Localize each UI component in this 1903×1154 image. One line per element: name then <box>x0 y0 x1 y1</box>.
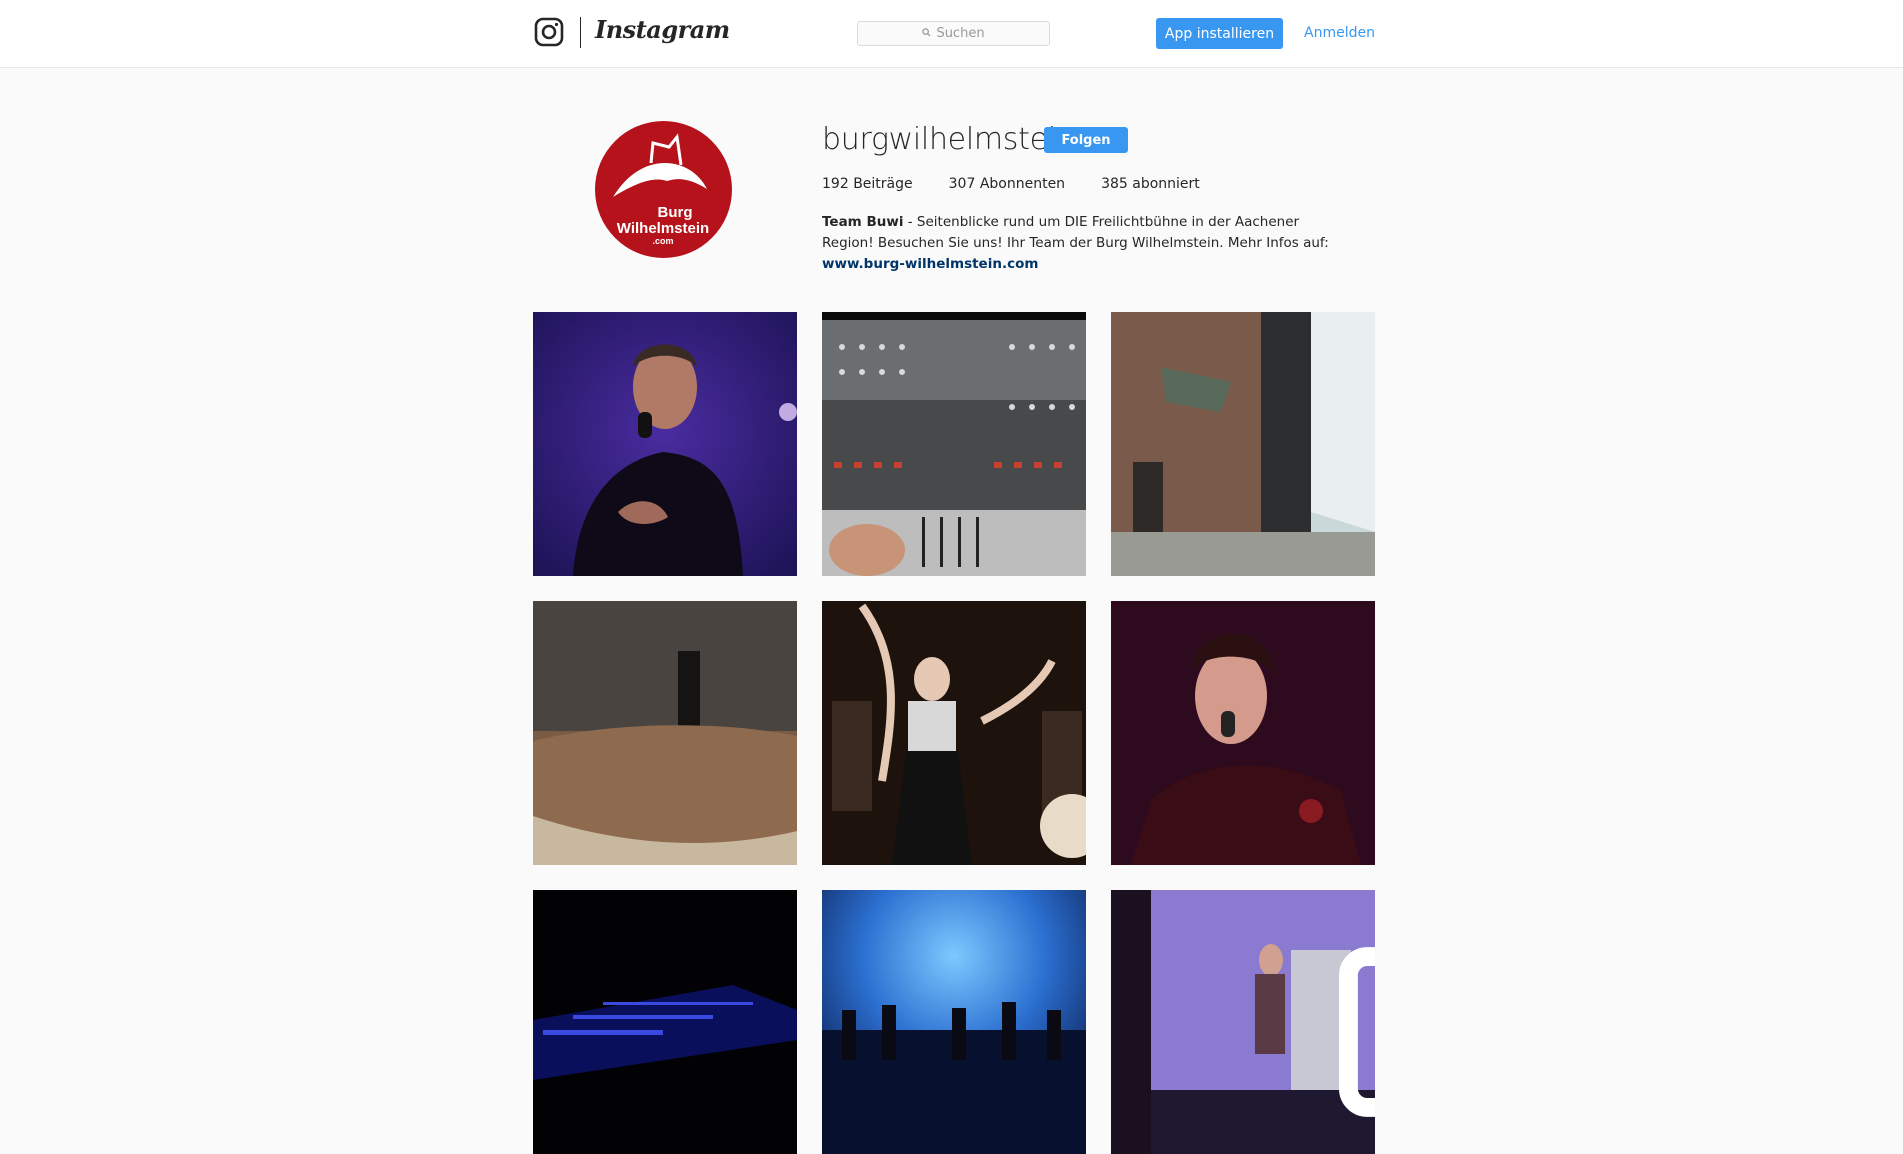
stat-following-count: 385 <box>1101 176 1128 192</box>
install-app-button[interactable]: App installieren <box>1156 18 1283 49</box>
bio-website-link[interactable]: www.burg-wilhelmstein.com <box>822 256 1038 272</box>
search-icon <box>922 26 931 41</box>
stat-following[interactable]: 385 abonniert <box>1101 176 1200 192</box>
follow-button[interactable]: Folgen <box>1044 127 1128 153</box>
avatar-text-line2: Wilhelmstein <box>617 220 709 237</box>
login-link[interactable]: Anmelden <box>1304 25 1375 41</box>
profile-username: burgwilhelmstein <box>822 122 1075 157</box>
post-thumbnail[interactable] <box>1111 890 1375 1154</box>
stat-followers[interactable]: 307 Abonnenten <box>949 176 1065 192</box>
search-input[interactable]: Suchen <box>857 21 1050 46</box>
avatar-text-line1: Burg <box>658 204 693 221</box>
stat-posts-count: 192 <box>822 176 849 192</box>
stat-followers-count: 307 <box>948 176 976 192</box>
bio-name: Team Buwi <box>822 214 904 230</box>
avatar: Burg Wilhelmstein .com <box>595 121 732 258</box>
nav-content: Instagram Suchen App installieren Anmeld… <box>533 0 1375 68</box>
stat-following-label: abonniert <box>1132 176 1200 192</box>
instagram-wordmark[interactable]: Instagram <box>595 15 730 44</box>
avatar-text-line3: .com <box>652 236 673 246</box>
profile-bio: Team Buwi - Seitenblicke rund um DIE Fre… <box>822 212 1342 275</box>
nav-divider <box>580 17 581 48</box>
search-placeholder: Suchen <box>936 26 985 41</box>
post-thumbnail[interactable] <box>1111 312 1375 576</box>
post-thumbnail[interactable] <box>533 601 797 865</box>
profile-stats: 192 Beiträge 307 Abonnenten 385 abonnier… <box>822 176 1236 192</box>
video-camera-icon <box>1339 900 1375 1117</box>
stat-posts-label: Beiträge <box>853 176 913 192</box>
post-thumbnail[interactable] <box>822 890 1086 1154</box>
post-thumbnail[interactable] <box>533 312 797 576</box>
stat-followers-label: Abonnenten <box>979 176 1066 192</box>
stat-posts: 192 Beiträge <box>822 176 913 192</box>
top-navigation: Instagram Suchen App installieren Anmeld… <box>0 0 1903 68</box>
post-thumbnail[interactable] <box>822 312 1086 576</box>
instagram-glyph-icon[interactable] <box>534 17 564 47</box>
post-thumbnail[interactable] <box>533 890 797 1154</box>
post-thumbnail[interactable] <box>1111 601 1375 865</box>
post-thumbnail[interactable] <box>822 601 1086 865</box>
